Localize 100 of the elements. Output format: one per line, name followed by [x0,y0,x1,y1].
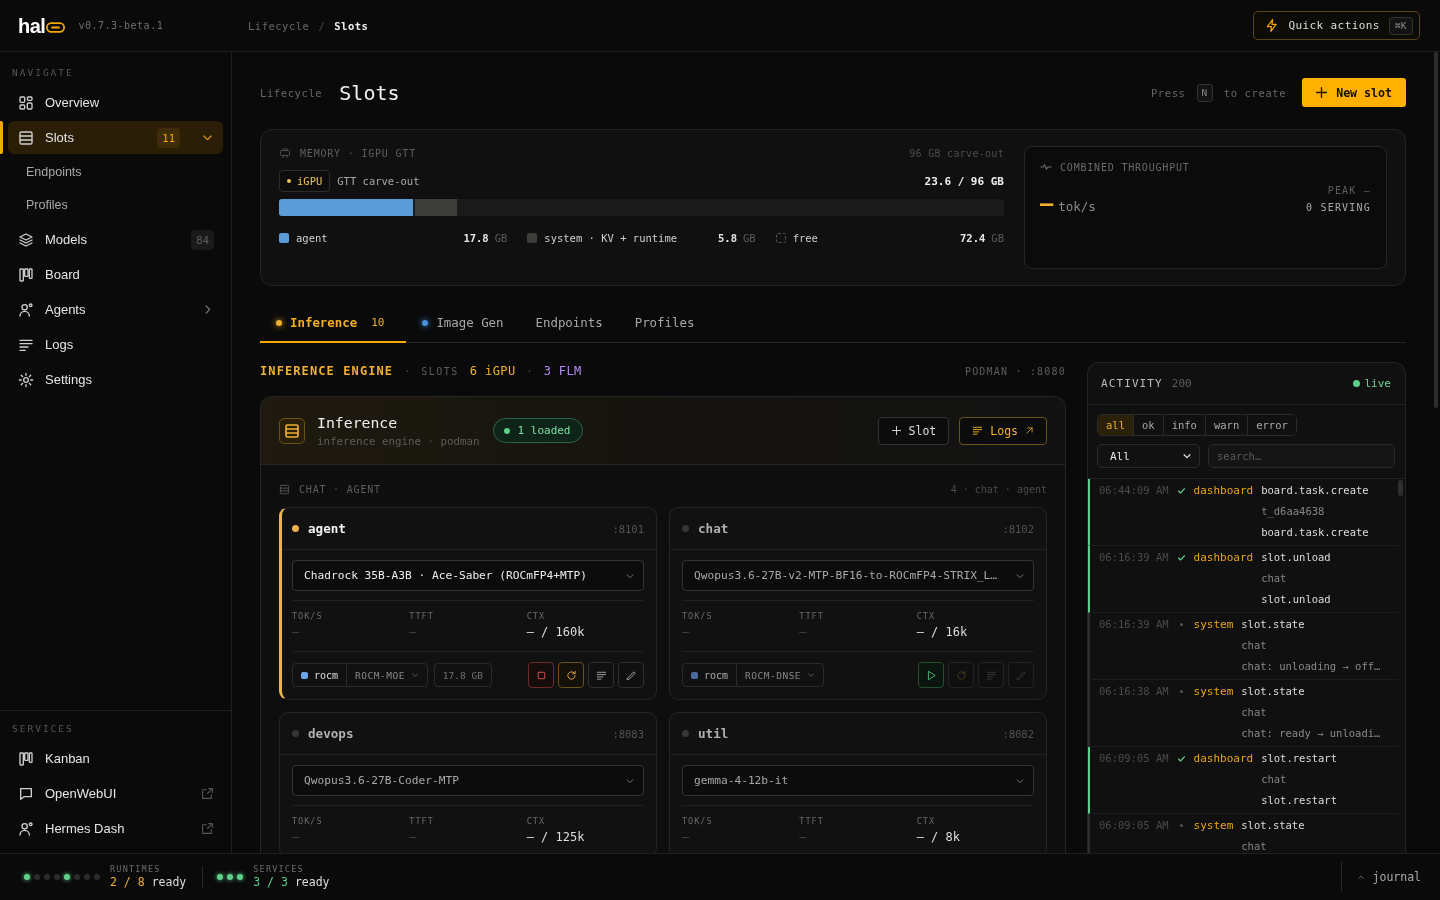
slot-name: util [698,726,729,741]
tab[interactable]: Inference 10 [260,302,407,343]
model-select[interactable]: Qwopus3.6-27B-Coder-MTP [292,765,644,796]
engine-subtitle: inference engine · podman [317,434,480,448]
tab[interactable]: Profiles [618,302,711,343]
chevron-down-icon [410,671,419,679]
metric-value: — / 8k [916,829,960,845]
bolt-icon [1265,18,1280,33]
plus-icon [890,425,902,436]
legend-value: 72.4 [960,232,986,244]
journal-button[interactable]: journal [1340,862,1421,892]
log-source: system [1193,617,1234,633]
metric-label: TOK/S [682,816,713,826]
scrollbar-thumb[interactable] [1398,480,1403,496]
chevron-down-icon [1182,451,1192,461]
log-source: dashboard [1193,483,1254,499]
count-badge: 84 [191,229,214,250]
nav-item[interactable]: Agents [8,293,223,326]
metric-label: CTX [526,816,545,826]
version-label: v0.7.3-beta.1 [78,20,164,31]
log-event: slot.state [1241,684,1306,699]
slot-count: 3 FLM [543,364,582,378]
filter-option[interactable]: all [1098,415,1134,435]
status-label: RUNTIMES [110,864,162,875]
status-label: SERVICES [253,864,305,875]
legend-label: free [792,232,819,244]
legend-value: 5.8 [718,232,737,244]
metric-value: — [292,624,300,640]
nav-subitem[interactable]: Endpoints [8,155,223,188]
log-time: 06:16:38 AM [1099,684,1169,699]
nav-item[interactable]: Overview [8,86,223,119]
model-select[interactable]: Qwopus3.6-27B-v2-MTP-BF16-to-ROCmFP4-STRIX_L… [682,560,1034,591]
stack-icon [279,417,305,444]
shortcut-key: ⌘K [1388,16,1413,35]
logs-button[interactable]: Logs [959,416,1047,445]
pool-label: GTT carve-out [337,175,420,187]
log-event: slot.state [1241,818,1306,833]
runtime-label: rocm [704,669,729,681]
metric-label: TOK/S [292,816,323,826]
throughput-value: — [1040,193,1054,215]
quick-actions-button[interactable]: Quick actions ⌘K [1253,11,1420,40]
nav-item[interactable]: OpenWebUI [8,777,223,810]
new-slot-button[interactable]: New slot [1302,78,1406,107]
metric-value: — [682,624,690,640]
source-select[interactable]: All [1097,444,1200,468]
page-title: Slots [339,82,400,103]
page-eyebrow: Lifecycle [260,86,323,99]
log-subject: chat [1261,571,1288,586]
stop-button[interactable] [528,662,554,688]
nav-item[interactable]: Logs [8,328,223,361]
log-message: slot.unload [1261,592,1332,607]
group-title: CHAT · AGENT [299,483,381,495]
nav-item[interactable]: Settings [8,363,223,396]
add-slot-button[interactable]: Slot [877,416,950,445]
section-heading: SERVICES [11,723,75,735]
size-badge: 17.8 GB [433,663,492,687]
nav-item[interactable]: Models 84 [8,223,223,256]
log-event: slot.state [1241,617,1306,632]
pencil-icon [1015,669,1027,681]
arrow-icon [1025,426,1034,435]
legend-value: 17.8 [463,232,489,244]
slots-label: SLOTS [421,365,459,377]
stack-icon [279,483,290,495]
card-title: MEMORY · IGPU GTT [300,147,416,159]
tab[interactable]: Endpoints [519,302,619,343]
external-link-icon [201,787,214,800]
metric-value: — / 160k [526,624,585,640]
nav-subitem[interactable]: Profiles [8,189,223,221]
gpu-label: iGPU [297,175,323,187]
log-time: 06:09:05 AM [1099,751,1169,766]
nav-item[interactable]: Slots 11 [8,121,223,154]
metric-value: — [292,829,300,845]
variant-select[interactable]: ROCM-DNSE [736,664,824,686]
count-badge: 11 [157,127,180,148]
model-select[interactable]: Chadrock 35B-A3B · Ace-Saber (ROCmFP4+MTP) [292,560,644,591]
nav-item[interactable]: Hermes Dash [8,812,223,845]
breadcrumb-link[interactable]: Slots [334,19,369,32]
metric-value: — / 125k [526,829,585,845]
model-select[interactable]: gemma-4-12b-it [682,765,1034,796]
logs-button[interactable] [588,662,614,688]
metric-value: — [409,624,417,640]
edit-button[interactable] [618,662,644,688]
status-dot-icon [287,179,291,183]
person-icon [18,820,34,837]
log-subject: t_d6aa4638 [1261,504,1326,520]
separator: · [526,365,533,377]
breadcrumb-link[interactable]: Lifecycle [248,19,310,32]
nav-item[interactable]: Board [8,258,223,291]
nav-item[interactable]: Kanban [8,742,223,775]
search-field[interactable]: search… [1208,444,1395,468]
restart-button[interactable] [558,662,584,688]
start-button[interactable] [918,662,944,688]
metric-label: CTX [916,816,935,826]
logo-text: hal [18,15,46,36]
status-count: 3 / 3 [253,875,288,889]
section-title: INFERENCE ENGINE [260,364,394,378]
separator: · [404,365,411,377]
tab[interactable]: Image Gen [406,302,520,343]
variant-select[interactable]: ROCM-MOE [346,664,427,686]
scrollbar-thumb[interactable] [1434,52,1438,408]
